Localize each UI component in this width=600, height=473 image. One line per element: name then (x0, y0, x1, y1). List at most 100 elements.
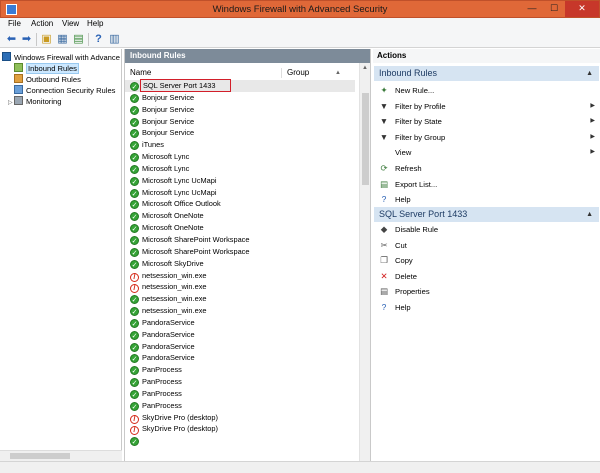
maximize-button[interactable]: ☐ (543, 1, 565, 17)
column-group[interactable]: Group (287, 67, 309, 79)
rule-name: iTunes (142, 140, 164, 150)
action-help[interactable]: ? Help (379, 301, 597, 314)
action-label: Copy (395, 256, 413, 266)
rules-vertical-scrollbar[interactable]: ▲ (359, 63, 370, 461)
tree-item-outbound-rules[interactable]: Outbound Rules (14, 74, 81, 85)
tree-item-connection-security-rules[interactable]: Connection Security Rules (14, 85, 115, 96)
rule-row[interactable]: ✓ PanProcess (125, 364, 360, 376)
action-label: Delete (395, 271, 417, 281)
rule-row[interactable]: ✓ PandoraService (125, 317, 360, 329)
scroll-up-icon[interactable]: ▲ (362, 65, 368, 71)
section-selected-rule[interactable]: SQL Server Port 1433 ▲ (374, 207, 599, 222)
action-delete[interactable]: ✕ Delete (379, 270, 597, 283)
allow-check-icon: ✓ (130, 247, 139, 257)
rule-row[interactable]: ✓ PanProcess (125, 388, 360, 400)
rule-name: netsession_win.exe (142, 270, 207, 280)
rule-row[interactable]: ✓ PanProcess (125, 376, 360, 388)
action-filter-by-state[interactable]: ▼ Filter by State ▶ (379, 115, 597, 128)
minimize-button[interactable]: — (521, 1, 543, 17)
rule-row[interactable]: ✓ SQL Server Port 1433 (125, 79, 355, 92)
inbound-rules-icon (14, 63, 23, 72)
rule-name: SkyDrive Pro (desktop) (142, 412, 218, 422)
rule-row[interactable]: ✓ Microsoft SharePoint Workspace (125, 246, 360, 258)
rule-name: Microsoft OneNote (142, 211, 204, 221)
section-inbound-rules[interactable]: Inbound Rules ▲ (374, 66, 599, 81)
monitoring-icon (14, 96, 23, 105)
tree-horizontal-scrollbar[interactable] (0, 450, 122, 461)
action-export-list[interactable]: ▤ Export List... (379, 178, 597, 191)
collapse-icon[interactable]: ▲ (586, 66, 593, 81)
action-filter-by-group[interactable]: ▼ Filter by Group ▶ (379, 131, 597, 144)
allow-check-icon: ✓ (130, 318, 139, 328)
rule-row[interactable]: / SkyDrive Pro (desktop) (125, 423, 360, 436)
rule-name: PandoraService (142, 341, 195, 351)
rule-row[interactable]: ✓ Microsoft OneNote (125, 210, 360, 222)
rule-row[interactable]: ✓ (125, 435, 360, 447)
action-cut[interactable]: ✂ Cut (379, 239, 597, 252)
forward-arrow-icon[interactable]: ➡ (20, 33, 33, 46)
rule-row[interactable]: / netsession_win.exe (125, 281, 360, 294)
sort-ascending-icon: ▲ (335, 70, 341, 76)
allow-check-icon: ✓ (130, 307, 139, 317)
rule-row[interactable]: ✓ Bonjour Service (125, 92, 360, 104)
toolbar: ⬅ ➡ ▣ ▦ ▤ ? ▥ (0, 31, 600, 48)
action-label: Filter by Profile (395, 101, 446, 111)
menu-file[interactable]: File (8, 19, 21, 28)
tree-item-monitoring[interactable]: ▷ Monitoring (8, 96, 61, 107)
action-help[interactable]: ? Help (379, 193, 597, 206)
action-view[interactable]: View ▶ (379, 146, 597, 159)
help-icon[interactable]: ? (92, 33, 105, 46)
block-icon: / (130, 426, 139, 436)
allow-check-icon: ✓ (130, 200, 139, 210)
allow-check-icon: ✓ (130, 141, 139, 151)
rule-row[interactable]: ✓ PanProcess (125, 400, 360, 412)
action-pane-icon[interactable]: ▥ (108, 33, 121, 46)
scroll-thumb[interactable] (362, 93, 369, 185)
rule-row[interactable]: ✓ PandoraService (125, 341, 360, 353)
rule-row[interactable]: ✓ PandoraService (125, 352, 360, 364)
rule-row[interactable]: ✓ Microsoft OneNote (125, 222, 360, 234)
rule-row[interactable]: ✓ Microsoft Lync UcMapi (125, 175, 360, 187)
rule-row[interactable]: ✓ Microsoft SharePoint Workspace (125, 234, 360, 246)
scroll-thumb[interactable] (10, 453, 70, 459)
tree-item-inbound-rules[interactable]: Inbound Rules (14, 63, 79, 74)
menu-view[interactable]: View (62, 19, 79, 28)
menu-help[interactable]: Help (87, 19, 103, 28)
rule-row[interactable]: ✓ PandoraService (125, 329, 360, 341)
action-filter-by-profile[interactable]: ▼ Filter by Profile ▶ (379, 100, 597, 113)
action-new-rule[interactable]: ✦ New Rule... (379, 84, 597, 97)
toolbar-separator (88, 33, 89, 46)
rule-row[interactable]: ✓ Microsoft Lync (125, 163, 360, 175)
back-arrow-icon[interactable]: ⬅ (5, 33, 18, 46)
rule-row[interactable]: ✓ Bonjour Service (125, 127, 360, 139)
up-folder-icon[interactable]: ▣ (40, 33, 53, 46)
rule-row[interactable]: / netsession_win.exe (125, 270, 360, 282)
rule-name: PanProcess (142, 400, 182, 410)
action-refresh[interactable]: ⟳ Refresh (379, 162, 597, 175)
action-copy[interactable]: ❐ Copy (379, 254, 597, 267)
rule-row[interactable]: ✓ Bonjour Service (125, 116, 360, 128)
rule-row[interactable]: ✓ Microsoft Lync (125, 151, 360, 163)
show-hide-tree-icon[interactable]: ▦ (56, 33, 69, 46)
column-divider[interactable] (281, 68, 282, 78)
allow-check-icon: ✓ (130, 342, 139, 352)
rule-row[interactable]: ✓ netsession_win.exe (125, 305, 360, 317)
menu-action[interactable]: Action (31, 19, 53, 28)
rule-row[interactable]: ✓ Microsoft SkyDrive (125, 258, 360, 270)
rule-row[interactable]: ✓ Bonjour Service (125, 104, 360, 116)
rule-row[interactable]: ✓ iTunes (125, 139, 360, 151)
close-button[interactable]: ✕ (565, 1, 599, 17)
action-disable-rule[interactable]: ◆ Disable Rule (379, 223, 597, 236)
export-list-icon[interactable]: ▤ (72, 33, 85, 46)
action-properties[interactable]: ▤ Properties (379, 285, 597, 298)
rule-row[interactable]: ✓ Microsoft Office Outlook (125, 198, 360, 210)
navigation-tree: Windows Firewall with Advance Inbound Ru… (0, 49, 122, 461)
allow-check-icon: ✓ (130, 259, 139, 269)
column-name[interactable]: Name (130, 67, 151, 79)
rule-row[interactable]: ✓ Microsoft Lync UcMapi (125, 187, 360, 199)
firewall-icon (2, 52, 11, 61)
collapse-icon[interactable]: ▲ (586, 207, 593, 222)
rule-row[interactable]: / SkyDrive Pro (desktop) (125, 412, 360, 424)
tree-root[interactable]: Windows Firewall with Advance (2, 52, 120, 63)
rule-row[interactable]: ✓ netsession_win.exe (125, 293, 360, 305)
